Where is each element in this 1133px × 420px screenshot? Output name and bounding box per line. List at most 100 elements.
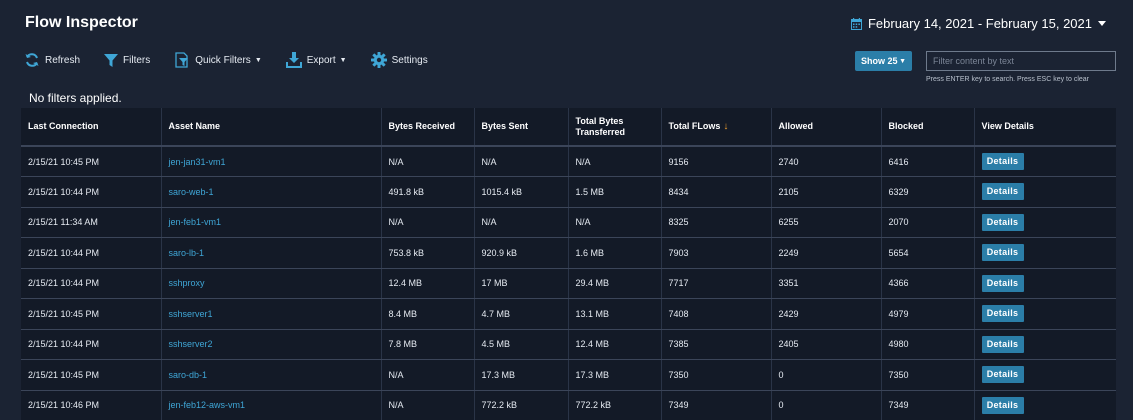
cell-asset-name[interactable]: sshserver1 (161, 298, 382, 330)
col-header-last-connection[interactable]: Last Connection (21, 108, 162, 147)
flows-table: Last Connection Asset Name Bytes Receive… (21, 108, 1116, 420)
page-title: Flow Inspector (25, 14, 138, 31)
date-range-label: February 14, 2021 - February 15, 2021 (867, 16, 1092, 31)
settings-button[interactable]: Settings (370, 52, 428, 68)
cell-view-details: Details (974, 146, 1116, 177)
cell-last-connection: 2/15/21 10:44 PM (21, 237, 162, 269)
cell-bytes-sent: N/A (474, 146, 569, 177)
table-row: 2/15/21 10:45 PM saro-db-1 N/A 17.3 MB 17.3 … (21, 359, 1116, 391)
details-button[interactable]: Details (981, 305, 1024, 323)
settings-label: Settings (391, 54, 428, 66)
cell-blocked: 4979 (881, 298, 975, 330)
refresh-button[interactable]: Refresh (24, 52, 80, 68)
cell-asset-name[interactable]: jen-feb1-vm1 (161, 207, 382, 238)
cell-allowed: 2105 (771, 176, 882, 208)
quick-filter-icon (175, 52, 189, 68)
details-button[interactable]: Details (981, 213, 1024, 231)
cell-asset-name[interactable]: saro-web-1 (161, 176, 382, 208)
page-size-select[interactable]: Show 25 ▼ (855, 51, 912, 71)
cell-blocked: 2070 (881, 207, 975, 238)
toolbar: Refresh Filters Quick Filters ▼ Export ▼ (24, 52, 428, 68)
cell-view-details: Details (974, 298, 1116, 330)
cell-view-details: Details (974, 176, 1116, 208)
cell-asset-name[interactable]: sshserver2 (161, 329, 382, 360)
details-button[interactable]: Details (981, 244, 1024, 262)
refresh-icon (25, 53, 39, 67)
col-header-bytes-sent[interactable]: Bytes Sent (474, 108, 569, 147)
cell-allowed: 3351 (771, 268, 882, 299)
cell-view-details: Details (974, 329, 1116, 360)
cell-view-details: Details (974, 359, 1116, 391)
search-input[interactable] (926, 51, 1116, 71)
cell-bytes-received: 12.4 MB (381, 268, 475, 299)
table-row: 2/15/21 10:45 PM jen-jan31-vm1 N/A N/A N/A 91… (21, 146, 1116, 177)
cell-asset-name[interactable]: jen-feb12-aws-vm1 (161, 390, 382, 420)
filter-status: No filters applied. (29, 91, 122, 105)
cell-asset-name[interactable]: saro-lb-1 (161, 237, 382, 269)
col-header-total-bytes[interactable]: Total Bytes Transferred (568, 108, 662, 147)
cell-blocked: 4980 (881, 329, 975, 360)
cell-allowed: 0 (771, 390, 882, 420)
col-header-allowed[interactable]: Allowed (771, 108, 882, 147)
col-header-bytes-received[interactable]: Bytes Received (381, 108, 475, 147)
cell-bytes-sent: N/A (474, 207, 569, 238)
details-button[interactable]: Details (981, 366, 1024, 384)
chevron-down-icon (1098, 20, 1106, 26)
cell-view-details: Details (974, 207, 1116, 238)
cell-blocked: 5654 (881, 237, 975, 269)
date-range-picker[interactable]: February 14, 2021 - February 15, 2021 (850, 16, 1106, 31)
cell-total-bytes: 1.5 MB (568, 176, 662, 208)
col-header-total-flows[interactable]: Total FLows ↓ (661, 108, 772, 147)
details-button[interactable]: Details (981, 183, 1024, 201)
filters-button[interactable]: Filters (104, 53, 150, 68)
cell-total-bytes: N/A (568, 146, 662, 177)
cell-last-connection: 2/15/21 10:44 PM (21, 329, 162, 360)
details-button[interactable]: Details (981, 274, 1024, 292)
details-button[interactable]: Details (981, 335, 1024, 353)
col-header-total-flows-label: Total FLows (668, 121, 721, 131)
cell-bytes-sent: 772.2 kB (474, 390, 569, 420)
cell-bytes-sent: 1015.4 kB (474, 176, 569, 208)
col-header-asset-name[interactable]: Asset Name (161, 108, 382, 147)
cell-total-flows: 9156 (661, 146, 772, 177)
col-header-total-bytes-line2: Transferred (575, 126, 626, 137)
table-row: 2/15/21 10:44 PM sshserver2 7.8 MB 4.5 MB 12… (21, 329, 1116, 360)
cell-allowed: 2740 (771, 146, 882, 177)
col-header-blocked[interactable]: Blocked (881, 108, 975, 147)
cell-asset-name[interactable]: jen-jan31-vm1 (161, 146, 382, 177)
filters-label: Filters (123, 54, 151, 66)
col-header-total-bytes-line1: Total Bytes (575, 115, 624, 126)
table-row: 2/15/21 10:44 PM saro-web-1 491.8 kB 1015.4… (21, 176, 1116, 208)
cell-view-details: Details (974, 268, 1116, 299)
cell-asset-name[interactable]: sshproxy (161, 268, 382, 299)
export-button[interactable]: Export ▼ (285, 52, 347, 68)
cell-blocked: 4366 (881, 268, 975, 299)
details-button[interactable]: Details (981, 396, 1024, 414)
chevron-down-icon: ▼ (899, 57, 906, 65)
gear-icon (370, 52, 387, 68)
search-hint: Press ENTER key to search. Press ESC key… (926, 76, 1089, 83)
cell-total-flows: 7349 (661, 390, 772, 420)
cell-asset-name[interactable]: saro-db-1 (161, 359, 382, 391)
cell-blocked: 7349 (881, 390, 975, 420)
cell-view-details: Details (974, 390, 1116, 420)
table-header-row: Last Connection Asset Name Bytes Receive… (21, 108, 1116, 147)
cell-bytes-received: 7.8 MB (381, 329, 475, 360)
quick-filters-label: Quick Filters (195, 54, 251, 66)
details-button[interactable]: Details (981, 153, 1024, 170)
cell-blocked: 7350 (881, 359, 975, 391)
caret-down-icon: ▼ (339, 56, 347, 64)
funnel-icon (104, 53, 119, 67)
cell-bytes-received: N/A (381, 146, 475, 177)
cell-bytes-sent: 4.5 MB (474, 329, 569, 360)
table-row: 2/15/21 11:34 AM jen-feb1-vm1 N/A N/A N/A 832… (21, 207, 1116, 238)
cell-bytes-sent: 920.9 kB (474, 237, 569, 269)
cell-allowed: 2405 (771, 329, 882, 360)
calendar-icon (850, 17, 862, 30)
cell-last-connection: 2/15/21 11:34 AM (21, 207, 162, 238)
cell-last-connection: 2/15/21 10:45 PM (21, 359, 162, 391)
quick-filters-button[interactable]: Quick Filters ▼ (174, 52, 262, 68)
table-row: 2/15/21 10:46 PM jen-feb12-aws-vm1 N/A 772.… (21, 390, 1116, 420)
cell-last-connection: 2/15/21 10:44 PM (21, 176, 162, 208)
cell-last-connection: 2/15/21 10:45 PM (21, 298, 162, 330)
